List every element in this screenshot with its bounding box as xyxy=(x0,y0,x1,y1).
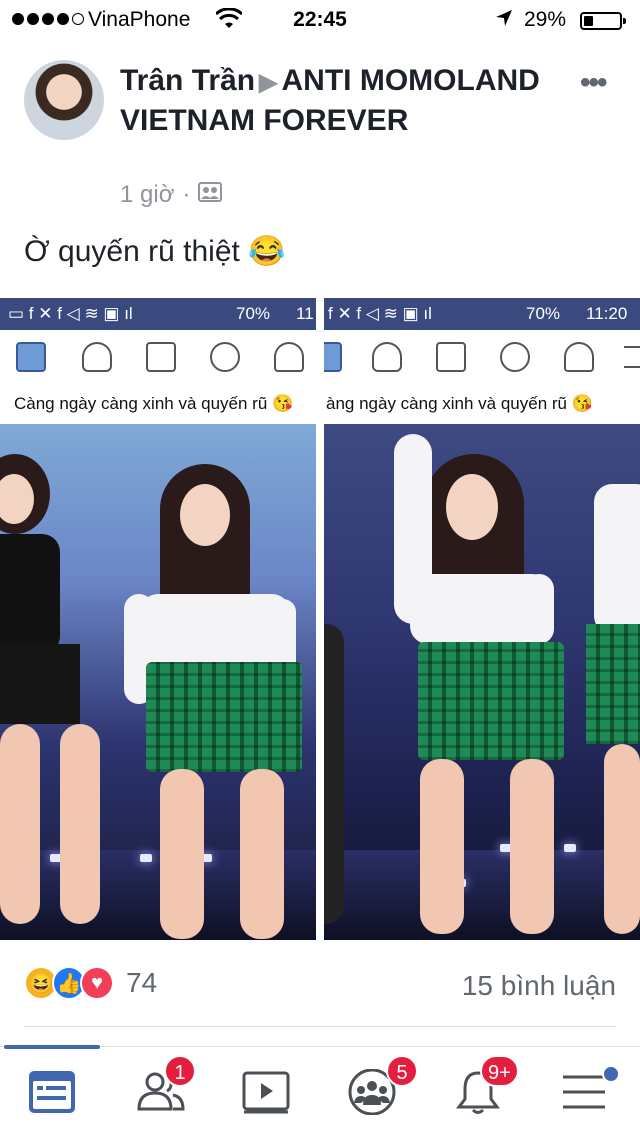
bell-icon xyxy=(564,342,594,372)
notifications-badge: 9+ xyxy=(480,1055,519,1087)
photo-tab-bar xyxy=(324,330,640,384)
menu-icon xyxy=(624,346,640,368)
post-header-title: Trân Trần ▶ ANTI MOMOLAND VIETNAM FOREVER xyxy=(120,62,540,140)
battery-percent: 29% xyxy=(524,8,567,31)
tab-news-feed[interactable] xyxy=(0,1047,104,1137)
friends-icon xyxy=(372,342,402,372)
tab-groups[interactable]: 5 xyxy=(320,1047,424,1137)
friends-icon xyxy=(82,342,112,372)
watch-icon xyxy=(436,342,466,372)
author-name[interactable]: Trân Trần xyxy=(120,64,255,97)
tab-watch[interactable] xyxy=(214,1047,318,1137)
tab-friend-requests[interactable]: 1 xyxy=(108,1047,212,1137)
battery-icon xyxy=(580,12,626,30)
meta-separator: · xyxy=(182,180,191,208)
reaction-count: 74 xyxy=(126,967,158,998)
photo-caption: àng ngày càng xinh và quyến rũ 😘 xyxy=(324,384,640,425)
news-feed-icon xyxy=(29,1071,75,1113)
comment-count[interactable]: 15 bình luận xyxy=(462,970,616,1002)
groups-badge: 5 xyxy=(386,1055,418,1087)
divider xyxy=(24,1026,616,1027)
group-icon xyxy=(198,180,223,209)
post-photo-1[interactable]: ▭ f ✕ f ◁ ≋ ▣ ıl 70% 11 Càng ngày càng x… xyxy=(0,298,316,940)
author-avatar[interactable] xyxy=(24,60,104,140)
photo-tab-bar xyxy=(0,330,316,384)
stage-scene xyxy=(324,424,640,940)
post-time[interactable]: 1 giờ xyxy=(120,181,174,209)
status-bar: VinaPhone 22:45 29% xyxy=(0,0,640,40)
profile-icon xyxy=(210,342,240,372)
more-options-icon[interactable]: ••• xyxy=(580,66,607,100)
location-arrow-icon xyxy=(494,8,514,34)
tab-notifications[interactable]: 9+ xyxy=(426,1047,530,1137)
news-feed-icon xyxy=(16,342,46,372)
friend-requests-badge: 1 xyxy=(164,1055,196,1087)
news-feed-icon xyxy=(324,342,342,372)
tab-menu[interactable] xyxy=(532,1047,636,1137)
bell-icon xyxy=(274,342,304,372)
photo-time: 11:20 xyxy=(586,304,628,323)
photo-status-bar: f ✕ f ◁ ≋ ▣ ıl 70% 11:20 xyxy=(324,298,640,330)
bottom-tab-bar: 1 5 9+ xyxy=(0,1045,640,1137)
photo-caption: Càng ngày càng xinh và quyến rũ 😘 xyxy=(0,384,316,425)
notification-icons: ▭ f ✕ f ◁ ≋ ▣ ıl xyxy=(8,304,133,323)
reactions-summary[interactable]: 😆 👍 ♥ 74 xyxy=(24,966,157,1000)
notification-icons: f ✕ f ◁ ≋ ▣ ıl xyxy=(328,304,432,323)
post-photo-2[interactable]: f ✕ f ◁ ≋ ▣ ıl 70% 11:20 àng ngày càng x… xyxy=(324,298,640,940)
triangle-right-icon: ▶ xyxy=(259,69,278,96)
photo-status-bar: ▭ f ✕ f ◁ ≋ ▣ ıl 70% 11 xyxy=(0,298,316,330)
photo-battery: 70% xyxy=(236,304,271,323)
menu-notification-dot xyxy=(602,1065,620,1083)
post-caption: Ờ quyến rũ thiệt 😂 xyxy=(24,235,286,268)
photo-time: 11 xyxy=(296,304,314,323)
love-reaction-icon: ♥ xyxy=(80,966,114,1000)
stage-scene xyxy=(0,424,316,940)
photo-battery: 70% xyxy=(526,304,561,323)
watch-icon xyxy=(146,342,176,372)
post-meta: 1 giờ · xyxy=(120,180,223,209)
profile-icon xyxy=(500,342,530,372)
watch-icon xyxy=(242,1071,290,1114)
